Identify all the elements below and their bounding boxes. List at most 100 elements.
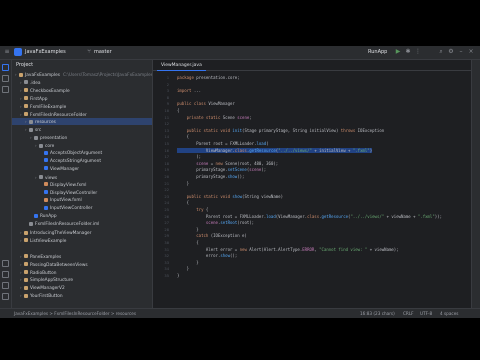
code-line[interactable]: { xyxy=(177,200,189,205)
project-tool-icon[interactable] xyxy=(2,64,9,71)
code-token: IOException xyxy=(357,127,385,133)
code-line[interactable]: error.show(); xyxy=(177,253,237,258)
indent-setting[interactable]: 4 spaces xyxy=(440,310,458,318)
code-line[interactable]: { xyxy=(177,240,198,245)
tree-item[interactable]: FxmlFilesInResourceFolder.iml xyxy=(12,221,152,228)
close-icon[interactable]: × xyxy=(468,49,474,55)
tree-item[interactable]: › ViewManagerV2 xyxy=(12,284,152,291)
debug-icon[interactable]: ✱ xyxy=(405,49,411,55)
code-token: try xyxy=(177,207,206,212)
status-bar: JavaFxExamples > FxmlFilesInResourceFold… xyxy=(0,308,480,318)
tree-item[interactable]: RunApp xyxy=(12,213,152,220)
project-panel-title[interactable]: Project xyxy=(16,61,33,69)
tree-item[interactable]: › YourFirstButton xyxy=(12,292,152,299)
problems-tool-icon[interactable] xyxy=(2,282,9,289)
code-area[interactable]: package presentation.core; import ... publ… xyxy=(177,71,477,308)
fxml-icon xyxy=(44,197,48,202)
code-line[interactable]: public class ViewManager xyxy=(177,101,235,106)
tree-item[interactable]: DisplayViewController xyxy=(12,190,152,197)
minimize-icon[interactable]: – xyxy=(458,49,464,55)
tree-item-label: InputView.fxml xyxy=(50,198,82,204)
line-number: 29 xyxy=(164,233,169,239)
tab-viewmanager[interactable]: ViewManager.java xyxy=(157,61,206,71)
code-line[interactable]: import ... xyxy=(177,88,201,93)
code-line[interactable]: } xyxy=(177,266,189,271)
tree-item-label: .idea xyxy=(30,80,41,86)
settings-icon[interactable]: ⚙ xyxy=(448,49,454,55)
tree-item[interactable]: InputViewController xyxy=(12,205,152,212)
code-line[interactable]: } xyxy=(177,273,179,278)
services-tool-icon[interactable] xyxy=(2,260,9,267)
code-token: (root); xyxy=(237,220,255,226)
tree-item[interactable]: › IntroducingTheViewManager xyxy=(12,229,152,236)
more-icon[interactable]: ⋮ xyxy=(415,49,421,55)
file-encoding[interactable]: UTF-8 xyxy=(420,310,432,318)
code-line[interactable]: scene.setRoot(root); xyxy=(177,220,254,225)
line-number: 19 xyxy=(164,167,169,173)
tree-item-label: src xyxy=(35,128,42,134)
structure-tool-icon[interactable] xyxy=(2,86,9,93)
code-token: scene xyxy=(177,220,218,226)
project-selector[interactable]: JavaFxExamples xyxy=(25,48,66,56)
code-line[interactable]: private static Scene scene; xyxy=(177,115,252,120)
tree-item[interactable]: › SimpleAppStructure xyxy=(12,276,152,283)
line-gutter: 1 2 3 8 9 10 11 12 13 14 15 16 17 18 19 20 21 22 23 24 25 26 2… xyxy=(153,71,175,308)
tree-item[interactable]: › PassingDataBetweenViews xyxy=(12,261,152,268)
code-token: { xyxy=(177,200,190,206)
tree-item[interactable]: › presentation xyxy=(12,134,152,141)
tree-item[interactable]: › ListViewExample xyxy=(12,237,152,244)
code-line[interactable]: try { xyxy=(177,207,208,212)
tree-item[interactable]: › CheckboxExample xyxy=(12,87,152,94)
code-line[interactable]: } xyxy=(177,260,198,265)
tree-item[interactable]: › core xyxy=(12,142,152,149)
tree-item[interactable] xyxy=(12,245,152,252)
code-line[interactable]: scene = new Scene(root, 480, 360); xyxy=(177,161,278,166)
code-line[interactable]: public static void init(Stage primarySta… xyxy=(177,127,385,133)
code-line[interactable]: } xyxy=(177,227,198,232)
code-line[interactable]: catch (IOException e) xyxy=(177,233,247,238)
code-line[interactable]: package presentation.core; xyxy=(177,75,240,80)
code-line[interactable]: { xyxy=(177,108,179,113)
code-line[interactable]: ViewManager.class.getResource("../../vie… xyxy=(177,147,373,153)
caret-position[interactable]: 16:83 (23 chars) xyxy=(360,310,395,318)
tree-item[interactable]: › FxmlFilesInResourceFolder xyxy=(12,111,152,118)
git-tool-icon[interactable] xyxy=(2,293,9,300)
tree-item[interactable]: › src xyxy=(12,126,152,134)
breadcrumb[interactable]: JavaFxExamples > FxmlFilesInResourceFold… xyxy=(14,310,136,318)
run-icon[interactable]: ▶ xyxy=(395,49,401,55)
code-editor[interactable]: 1 2 3 8 9 10 11 12 13 14 15 16 17 18 19 20 21 22 23 24 25 26 2… xyxy=(153,71,480,308)
line-number: 2 xyxy=(166,81,169,87)
tree-item[interactable]: › FirstApp xyxy=(12,95,152,102)
branch-selector[interactable]: master xyxy=(94,48,112,56)
tree-item[interactable]: AcceptsObjectArgument xyxy=(12,150,152,157)
code-line[interactable]: primaryStage.show(); xyxy=(177,174,244,179)
code-line[interactable]: ); xyxy=(177,154,201,159)
run-config-selector[interactable]: RunApp xyxy=(368,48,387,56)
code-line[interactable]: public static void show(String viewName) xyxy=(177,194,283,199)
module-icon xyxy=(24,104,28,109)
tree-item[interactable]: › views xyxy=(12,174,152,181)
tree-item[interactable]: AcceptsStringArgument xyxy=(12,158,152,165)
folder-icon xyxy=(29,119,33,124)
code-line[interactable]: { xyxy=(177,134,189,139)
commit-tool-icon[interactable] xyxy=(2,75,9,82)
code-line[interactable]: Alert error = new Alert(Alert.AlertType.… xyxy=(177,247,399,252)
terminal-tool-icon[interactable] xyxy=(2,271,9,278)
code-line[interactable]: } xyxy=(177,181,189,186)
code-line[interactable]: primaryStage.setScene(scene); xyxy=(177,167,266,172)
tree-item[interactable]: › JavaFxExamples C:\Users\Tomasz\Projects\… xyxy=(12,71,152,78)
tree-item[interactable]: › FxmlFileExample xyxy=(12,103,152,110)
code-line[interactable]: Parent root = FXMLLoader.load( xyxy=(177,141,268,146)
tree-item[interactable]: › RadioButton xyxy=(12,269,152,276)
tree-item[interactable]: › .idea xyxy=(12,79,152,86)
tree-item[interactable]: DisplayView.fxml xyxy=(12,182,152,189)
tree-item[interactable]: InputView.fxml xyxy=(12,197,152,204)
code-line[interactable]: Parent root = FXMLLoader.load(ViewManage… xyxy=(177,214,442,219)
search-icon[interactable]: ⌕ xyxy=(438,49,444,55)
tree-item[interactable]: ViewManager xyxy=(12,166,152,173)
tree-item[interactable]: › resources xyxy=(12,118,152,126)
line-separator[interactable]: CRLF xyxy=(403,310,414,318)
tree-item[interactable]: › PaneExamples xyxy=(12,253,152,260)
menu-icon[interactable]: ≡ xyxy=(4,49,10,55)
line-number: 3 xyxy=(166,88,169,94)
